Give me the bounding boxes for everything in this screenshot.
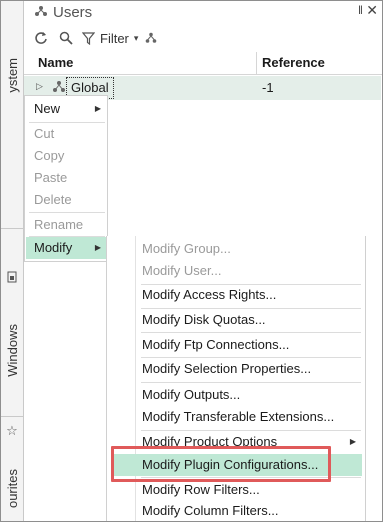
submenu-item-row-filters[interactable]: Modify Row Filters... (112, 479, 362, 501)
column-divider[interactable] (256, 52, 257, 74)
tab-favourites[interactable]: ourites (0, 455, 24, 522)
filter-label: Filter (100, 30, 129, 46)
window-icon (6, 271, 18, 283)
submenu-item-modify-group[interactable]: Modify Group... (112, 238, 362, 260)
menu-item-paste[interactable]: Paste (26, 167, 107, 189)
panel-title: Users (53, 3, 93, 21)
chevron-down-icon: ▾ (133, 32, 139, 43)
close-icon[interactable]: ✕ (366, 2, 378, 19)
submenu-item-ftp-connections[interactable]: Modify Ftp Connections... (112, 334, 362, 356)
filter-icon (80, 30, 96, 46)
panel-title-bar: Users (24, 0, 383, 24)
users-icon (34, 5, 48, 19)
hierarchy-icon (143, 30, 159, 46)
menu-divider (141, 382, 361, 383)
pin-icon[interactable]: ‖ (358, 3, 363, 17)
submenu-item-disk-quotas[interactable]: Modify Disk Quotas... (112, 309, 362, 331)
menu-item-label: New (34, 101, 61, 116)
menu-item-cut[interactable]: Cut (26, 123, 107, 145)
refresh-icon[interactable] (33, 30, 49, 46)
row-reference: -1 (262, 80, 274, 95)
highlight-callout-box (111, 446, 331, 482)
submenu-item-outputs[interactable]: Modify Outputs... (112, 384, 362, 406)
menu-divider (29, 212, 105, 213)
column-header-name[interactable]: Name (38, 52, 73, 74)
column-header-reference[interactable]: Reference (262, 52, 325, 74)
submenu-item-modify-user[interactable]: Modify User... (112, 260, 362, 282)
menu-item-copy[interactable]: Copy (26, 145, 107, 167)
chevron-right-icon: ▶ (349, 437, 356, 446)
submenu-item-transferable-extensions[interactable]: Modify Transferable Extensions... (112, 406, 362, 428)
menu-item-modify[interactable]: Modify ▶ (26, 237, 107, 259)
tab-windows[interactable]: Windows (0, 305, 24, 395)
menu-item-label: Modify (34, 240, 73, 255)
menu-item-new[interactable]: New ▶ (26, 98, 107, 120)
search-icon[interactable] (58, 30, 74, 46)
expand-icon[interactable]: ▷ (36, 81, 43, 92)
context-menu: New ▶ Cut Copy Paste Delete Rename Modif… (24, 95, 108, 262)
group-icon (52, 80, 66, 94)
toolbar: Filter ▾ (24, 26, 383, 50)
chevron-right-icon: ▶ (94, 104, 101, 113)
submenu-item-column-filters[interactable]: Modify Column Filters... (112, 500, 362, 522)
left-tab-strip: ystem Windows ☆ ourites (0, 0, 24, 522)
filter-button[interactable]: Filter ▾ (80, 30, 159, 46)
menu-divider (141, 332, 361, 333)
menu-item-delete[interactable]: Delete (26, 189, 107, 211)
strip-divider (0, 416, 23, 417)
menu-item-rename[interactable]: Rename (26, 214, 107, 236)
submenu-item-access-rights[interactable]: Modify Access Rights... (112, 284, 362, 306)
star-icon: ☆ (6, 423, 18, 438)
tab-system[interactable]: ystem (0, 40, 24, 110)
grid-header: Name Reference (24, 52, 383, 75)
submenu-item-selection-properties[interactable]: Modify Selection Properties... (112, 358, 362, 380)
strip-divider (0, 228, 23, 229)
chevron-right-icon: ▶ (94, 243, 101, 252)
